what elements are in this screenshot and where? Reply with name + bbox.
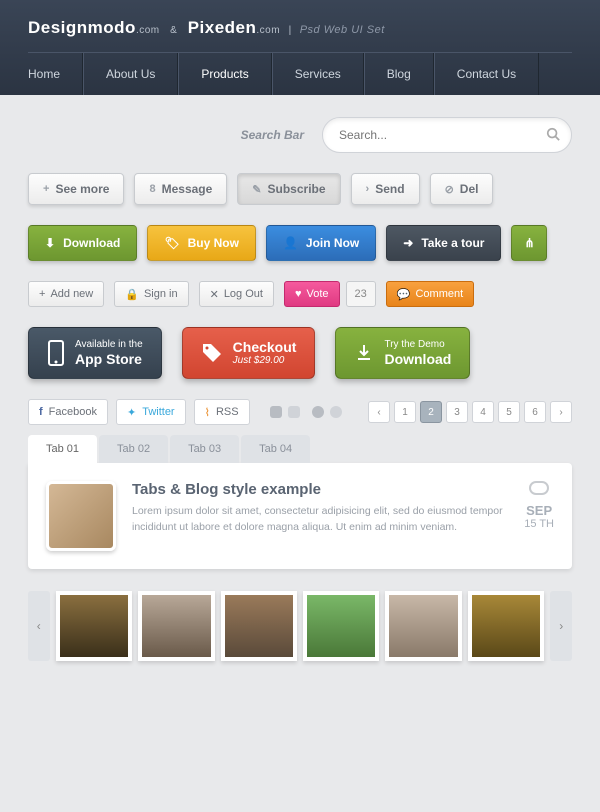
log-out-button[interactable]: ✕Log Out — [199, 281, 274, 307]
carousel-item[interactable] — [138, 591, 214, 661]
tab-4[interactable]: Tab 04 — [241, 435, 310, 463]
dark-icon: ➜ — [403, 236, 413, 250]
rss-icon: ⌇ — [205, 406, 210, 419]
share-button[interactable]: ⋔ — [511, 225, 547, 261]
brand-title: Designmodo.com & Pixeden.com |Psd Web UI… — [28, 18, 572, 38]
tag-icon — [201, 342, 223, 364]
take-a-tour-button[interactable]: ➜Take a tour — [386, 225, 501, 261]
post-date: SEP 15 TH — [524, 481, 554, 551]
subscribe-button[interactable]: ✎Subscribe — [237, 173, 340, 205]
tab-1[interactable]: Tab 01 — [28, 435, 97, 463]
image-carousel: ‹ › — [28, 591, 572, 661]
tab-panel: Tabs & Blog style example Lorem ipsum do… — [28, 463, 572, 569]
nav-services[interactable]: Services — [272, 53, 364, 95]
vote-count: 23 — [346, 281, 376, 307]
yellow-icon: 🏷 — [164, 236, 179, 250]
post-thumbnail — [46, 481, 116, 551]
just--------button[interactable]: CheckoutJust $29.00 — [182, 327, 316, 379]
page-1[interactable]: 1 — [394, 401, 416, 423]
green-icon: ⬇ — [45, 236, 55, 250]
search-box — [322, 117, 572, 153]
tab-3[interactable]: Tab 03 — [170, 435, 239, 463]
nav-blog[interactable]: Blog — [364, 53, 434, 95]
add new-icon: + — [39, 288, 45, 300]
search-icon[interactable] — [546, 127, 560, 141]
sign in-icon: 🔒 — [125, 288, 139, 301]
comment-button[interactable]: 💬Comment — [386, 281, 474, 307]
del-button[interactable]: ⊘Del — [430, 173, 494, 205]
rss-button[interactable]: ⌇RSS — [194, 399, 250, 425]
join-now-button[interactable]: 👤Join Now — [266, 225, 376, 261]
search-input[interactable] — [322, 117, 572, 153]
message-button[interactable]: 8Message — [134, 173, 227, 205]
carousel-item[interactable] — [385, 591, 461, 661]
download-button[interactable]: Try the DemoDownload — [335, 327, 470, 379]
post-body: Lorem ipsum dolor sit amet, consectetur … — [132, 504, 508, 536]
vote-icon: ♥ — [295, 288, 302, 300]
page-2[interactable]: 2 — [420, 401, 442, 423]
nav-home[interactable]: Home — [28, 53, 83, 95]
nav-products[interactable]: Products — [178, 53, 271, 95]
dl-icon — [354, 343, 374, 363]
nav-contact-us[interactable]: Contact Us — [434, 53, 539, 95]
app-store-button[interactable]: Available in theApp Store — [28, 327, 162, 379]
pagination: ‹123456› — [368, 401, 572, 423]
comment-icon — [529, 481, 549, 495]
nav-about-us[interactable]: About Us — [83, 53, 178, 95]
view-toggle-2[interactable] — [312, 406, 342, 418]
post-title: Tabs & Blog style example — [132, 481, 508, 498]
carousel-item[interactable] — [56, 591, 132, 661]
see-more-button[interactable]: +See more — [28, 173, 124, 205]
facebook-icon: f — [39, 406, 43, 418]
send-icon: › — [366, 183, 370, 195]
send-button[interactable]: ›Send — [351, 173, 420, 205]
main-nav: HomeAbout UsProductsServicesBlogContact … — [28, 52, 572, 95]
sign-in-button[interactable]: 🔒Sign in — [114, 281, 188, 307]
view-toggle[interactable] — [270, 406, 300, 418]
log out-icon: ✕ — [210, 288, 219, 301]
subscribe-icon: ✎ — [252, 183, 261, 196]
carousel-item[interactable] — [221, 591, 297, 661]
carousel-item[interactable] — [468, 591, 544, 661]
page-3[interactable]: 3 — [446, 401, 468, 423]
carousel-item[interactable] — [303, 591, 379, 661]
share-icon: ⋔ — [524, 236, 534, 250]
page-‹[interactable]: ‹ — [368, 401, 390, 423]
vote-button[interactable]: ♥Vote — [284, 281, 340, 307]
message-icon: 8 — [149, 183, 155, 195]
page-›[interactable]: › — [550, 401, 572, 423]
facebook-button[interactable]: fFacebook — [28, 399, 108, 425]
phone-icon — [47, 339, 65, 367]
carousel-prev[interactable]: ‹ — [28, 591, 50, 661]
add-new-button[interactable]: +Add new — [28, 281, 104, 307]
page-5[interactable]: 5 — [498, 401, 520, 423]
search-label: Search Bar — [241, 128, 304, 142]
carousel-next[interactable]: › — [550, 591, 572, 661]
comment-icon: 💬 — [397, 288, 411, 301]
see more-icon: + — [43, 183, 49, 195]
tab-2[interactable]: Tab 02 — [99, 435, 168, 463]
twitter-button[interactable]: ✦Twitter — [116, 399, 186, 425]
twitter-icon: ✦ — [127, 406, 136, 419]
del-icon: ⊘ — [445, 183, 454, 196]
download-button[interactable]: ⬇Download — [28, 225, 137, 261]
blue-icon: 👤 — [283, 236, 298, 250]
page-4[interactable]: 4 — [472, 401, 494, 423]
buy-now-button[interactable]: 🏷Buy Now — [147, 225, 256, 261]
page-6[interactable]: 6 — [524, 401, 546, 423]
